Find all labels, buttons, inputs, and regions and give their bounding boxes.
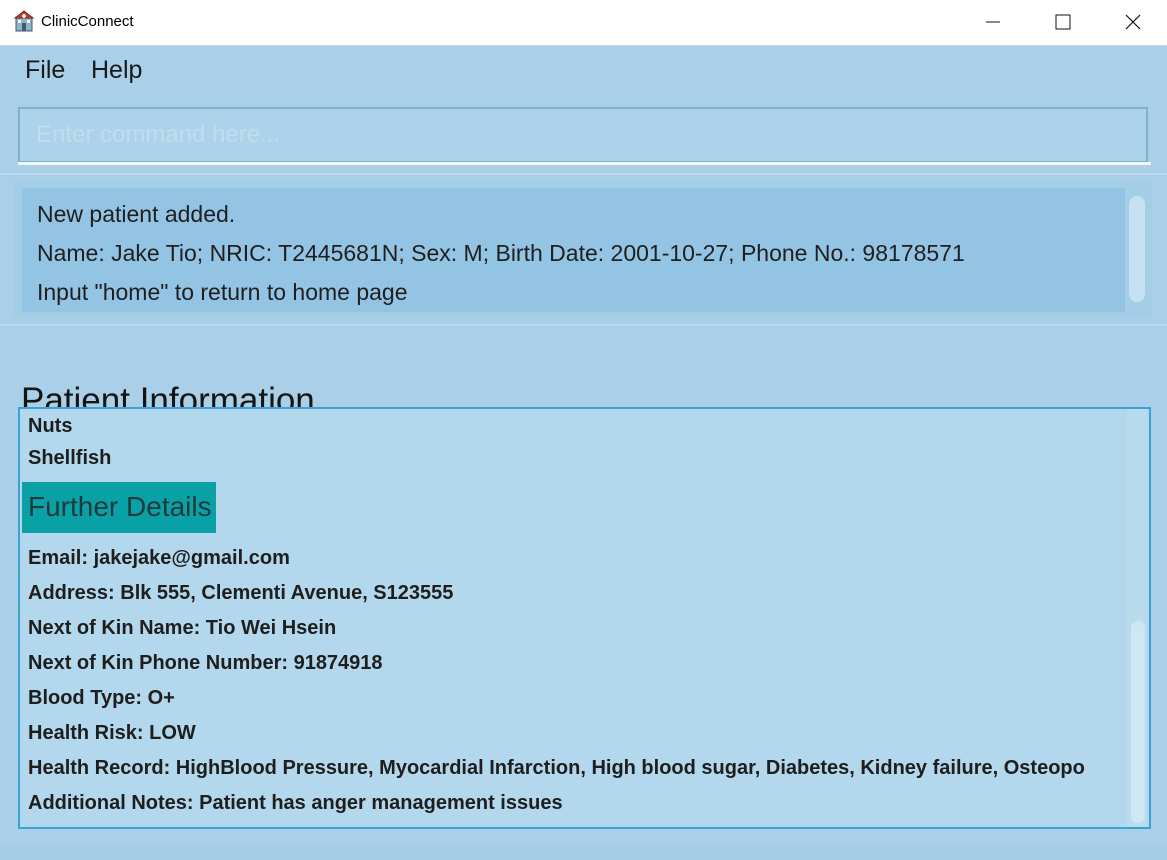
further-details-title: Further Details: [28, 491, 212, 522]
minimize-button[interactable]: [958, 0, 1028, 45]
minimize-icon: [986, 21, 1000, 23]
result-line: Input "home" to return to home page: [37, 279, 408, 305]
close-icon: [1125, 14, 1141, 30]
maximize-icon: [1055, 14, 1071, 30]
detail-address: Address: Blk 555, Clementi Avenue, S1235…: [28, 582, 454, 604]
command-input[interactable]: [20, 109, 1146, 161]
menu-file[interactable]: File: [25, 56, 65, 85]
status-bar: [0, 844, 1167, 860]
window-title: ClinicConnect: [41, 13, 134, 30]
allergy-item: Shellfish: [28, 447, 112, 469]
divider: [0, 324, 1167, 326]
detail-email: Email: jakejake@gmail.com: [28, 547, 290, 569]
detail-next-of-kin-phone: Next of Kin Phone Number: 91874918: [28, 652, 383, 674]
clinic-building-icon: [13, 10, 35, 32]
allergy-item: Nuts: [28, 415, 73, 437]
menu-help[interactable]: Help: [91, 56, 142, 85]
detail-health-record: Health Record: HighBlood Pressure, Myoca…: [28, 757, 1085, 779]
command-input-underline: [18, 162, 1151, 165]
divider: [0, 173, 1167, 175]
detail-blood-type: Blood Type: O+: [28, 687, 175, 709]
result-line: New patient added.: [37, 201, 236, 227]
result-line: Name: Jake Tio; NRIC: T2445681N; Sex: M;…: [37, 240, 965, 266]
detail-health-risk: Health Risk: LOW: [28, 722, 196, 744]
menu-bar: File Help: [0, 46, 1167, 98]
close-button[interactable]: [1098, 0, 1167, 45]
command-box: [18, 107, 1148, 163]
maximize-button[interactable]: [1028, 0, 1098, 45]
result-scrollbar[interactable]: [1129, 196, 1145, 302]
detail-next-of-kin-name: Next of Kin Name: Tio Wei Hsein: [28, 617, 337, 639]
detail-additional-notes: Additional Notes: Patient has anger mana…: [28, 792, 563, 814]
info-scrollbar-thumb[interactable]: [1131, 621, 1145, 823]
patient-info-panel[interactable]: Nuts Shellfish Further Details Email: ja…: [18, 407, 1151, 829]
further-details-header: Further Details: [22, 482, 216, 533]
title-bar: ClinicConnect: [0, 0, 1167, 46]
